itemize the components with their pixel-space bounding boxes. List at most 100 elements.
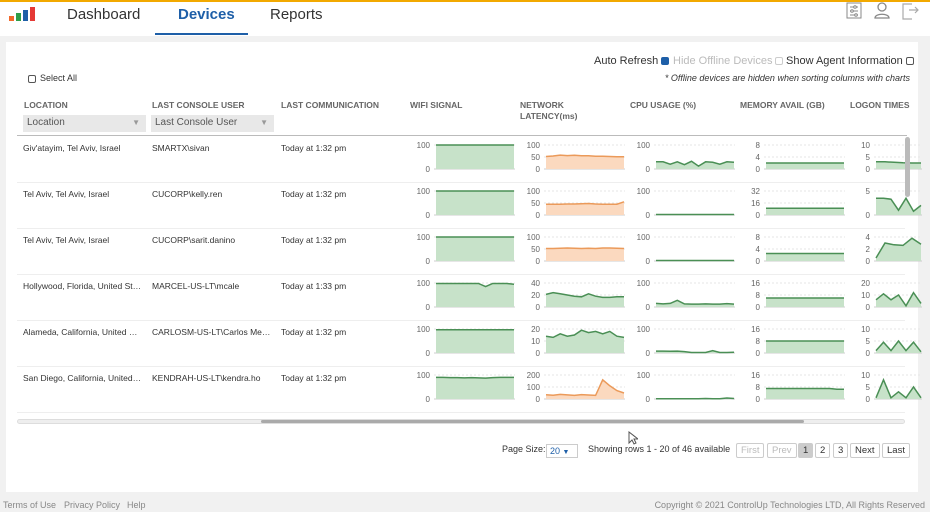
col-network-latency[interactable]: NETWORK LATENCY(ms) — [520, 100, 580, 122]
page-2-button[interactable]: 2 — [815, 443, 831, 458]
table-row[interactable]: Tel Aviv, Tel Aviv, Israel CUCORP\sarit.d… — [17, 229, 922, 275]
sparkline-area — [656, 161, 734, 169]
col-last-console-user[interactable]: LAST CONSOLE USER — [152, 100, 245, 111]
axis-tick-label: 0 — [756, 395, 761, 403]
cell-comm: Today at 1:33 pm — [281, 281, 347, 291]
page-3-button[interactable]: 3 — [833, 443, 849, 458]
axis-tick-label: 100 — [637, 279, 651, 288]
col-logon-times[interactable]: LOGON TIMES ( — [850, 100, 912, 111]
axis-tick-label: 0 — [536, 349, 541, 357]
terms-link[interactable]: Terms of Use — [3, 500, 56, 510]
vertical-scrollbar[interactable] — [905, 137, 910, 197]
table-row[interactable]: Alameda, California, United States CARLOS… — [17, 321, 922, 367]
table-row[interactable]: Giv'atayim, Tel Aviv, Israel SMARTX\sivan… — [17, 137, 922, 183]
cpu-usage-sparkline: 100 0 — [637, 371, 735, 403]
tab-devices[interactable]: Devices — [178, 6, 235, 23]
tab-dashboard[interactable]: Dashboard — [67, 6, 140, 23]
axis-tick-label: 2 — [866, 245, 871, 254]
col-location[interactable]: LOCATION — [24, 100, 68, 111]
axis-tick-label: 100 — [527, 233, 541, 242]
axis-tick-label: 0 — [866, 211, 871, 219]
col-wifi-signal[interactable]: WIFI SIGNAL — [410, 100, 462, 111]
axis-tick-label: 0 — [536, 165, 541, 173]
axis-tick-label: 50 — [531, 199, 540, 208]
axis-tick-label: 4 — [756, 245, 761, 254]
select-all-label: Select All — [40, 73, 78, 83]
hide-offline-checkbox[interactable] — [775, 57, 784, 66]
wifi-signal-sparkline: 100 0 — [417, 325, 515, 357]
table-row[interactable]: San Diego, California, United States KEND… — [17, 367, 922, 413]
cell-comm: Today at 1:32 pm — [281, 235, 347, 245]
last-page-button[interactable]: Last — [882, 443, 910, 458]
axis-tick-label: 40 — [531, 279, 540, 288]
filter-icon[interactable]: ▼ — [260, 118, 268, 127]
cpu-usage-sparkline: 100 0 — [637, 187, 735, 219]
axis-tick-label: 4 — [756, 153, 761, 162]
axis-tick-label: 0 — [536, 395, 541, 403]
col-last-communication[interactable]: LAST COMMUNICATION — [281, 100, 379, 111]
hide-offline-option[interactable]: Hide Offline Devices — [673, 55, 784, 67]
logon-times-sparkline: 10 5 0 — [861, 141, 922, 173]
auto-refresh-checkbox[interactable] — [661, 57, 670, 66]
network-latency-sparkline: 40 20 0 — [531, 279, 625, 311]
logout-icon[interactable] — [900, 2, 920, 22]
first-page-button[interactable]: First — [736, 443, 765, 458]
user-filter[interactable]: Last Console User ▼ — [151, 115, 274, 132]
header: Dashboard Devices Reports — [0, 2, 930, 36]
axis-tick-label: 8 — [756, 291, 761, 300]
filter-icon[interactable]: ▼ — [132, 118, 140, 127]
axis-tick-label: 0 — [426, 303, 431, 311]
table-row[interactable]: Hollywood, Florida, United States MARCEL-… — [17, 275, 922, 321]
axis-tick-label: 0 — [646, 211, 651, 219]
axis-tick-label: 100 — [637, 141, 651, 150]
cell-user: CUCORP\sarit.danino — [152, 235, 236, 245]
help-link[interactable]: Help — [127, 500, 146, 510]
horizontal-scrollbar[interactable] — [17, 419, 905, 424]
axis-tick-label: 0 — [866, 349, 871, 357]
logon-times-sparkline: 10 5 0 — [861, 371, 922, 403]
cell-location: Hollywood, Florida, United States — [23, 281, 143, 291]
table-row[interactable]: Tel Aviv, Tel Aviv, Israel CUCORP\kelly.r… — [17, 183, 922, 229]
axis-tick-label: 16 — [751, 325, 760, 334]
wifi-signal-sparkline: 100 0 — [417, 141, 515, 173]
tab-reports[interactable]: Reports — [270, 6, 323, 23]
sparkline-area — [766, 253, 844, 261]
page-size-select[interactable]: 20 ▼ — [546, 444, 578, 458]
auto-refresh-option[interactable]: Auto Refresh — [594, 55, 670, 67]
location-filter[interactable]: Location ▼ — [23, 115, 146, 132]
user-icon[interactable] — [872, 2, 892, 22]
privacy-link[interactable]: Privacy Policy — [64, 500, 120, 510]
prev-page-button[interactable]: Prev — [767, 443, 797, 458]
horizontal-scroll-thumb[interactable] — [261, 420, 804, 423]
mouse-cursor-icon — [628, 431, 638, 445]
axis-tick-label: 5 — [866, 337, 871, 346]
select-all-checkbox[interactable] — [28, 74, 36, 83]
axis-tick-label: 0 — [866, 257, 871, 265]
sparkline-area — [546, 379, 624, 399]
axis-tick-label: 0 — [536, 257, 541, 265]
next-page-button[interactable]: Next — [850, 443, 880, 458]
settings-sliders-icon[interactable] — [845, 2, 865, 22]
cell-user: SMARTX\sivan — [152, 143, 210, 153]
memory-avail-sparkline: 1680 — [751, 325, 845, 357]
col-cpu-usage[interactable]: CPU USAGE (%) — [630, 100, 696, 111]
wifi-signal-sparkline: 100 0 — [417, 371, 515, 403]
cell-comm: Today at 1:32 pm — [281, 373, 347, 383]
cell-user: CUCORP\kelly.ren — [152, 189, 223, 199]
col-memory-avail[interactable]: MEMORY AVAIL (GB) — [740, 100, 825, 111]
axis-tick-label: 0 — [866, 165, 871, 173]
rows-summary: Showing rows 1 - 20 of 46 available — [588, 444, 731, 454]
logo — [9, 7, 39, 21]
page-1-button[interactable]: 1 — [798, 443, 814, 458]
axis-tick-label: 0 — [756, 349, 761, 357]
network-latency-sparkline: 100 50 0 — [527, 233, 625, 265]
sparkline-area — [766, 208, 844, 215]
axis-tick-label: 16 — [751, 199, 760, 208]
cell-comm: Today at 1:32 pm — [281, 143, 347, 153]
show-agent-checkbox[interactable] — [905, 57, 914, 66]
select-all[interactable]: Select All — [28, 73, 77, 83]
show-agent-option[interactable]: Show Agent Information — [786, 55, 914, 67]
axis-tick-label: 100 — [417, 233, 431, 242]
cell-location: Tel Aviv, Tel Aviv, Israel — [23, 235, 110, 245]
sparkline-line — [546, 247, 625, 250]
